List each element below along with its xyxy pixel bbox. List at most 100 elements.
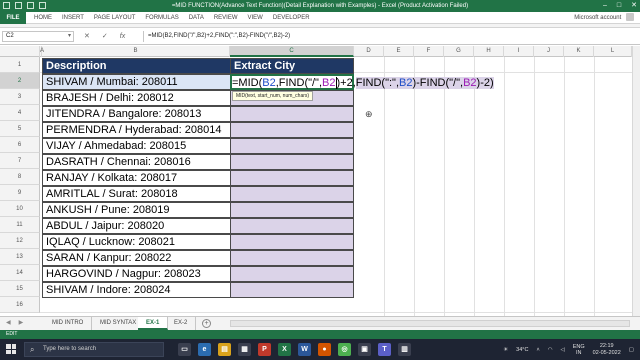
windows-start-icon[interactable] — [6, 344, 16, 354]
powerpoint-icon[interactable]: P — [258, 343, 271, 356]
clock[interactable]: 22:19 02-05-2022 — [593, 343, 621, 357]
weather-icon[interactable]: ☀ — [503, 347, 508, 353]
sheet-tab-mid-intro[interactable]: MID INTRO — [44, 317, 93, 330]
column-header[interactable]: F — [414, 46, 444, 57]
table-row[interactable]: ABDUL / Jaipur: 208020 — [42, 218, 231, 234]
row-header[interactable]: 10 — [0, 201, 40, 217]
restore-button[interactable]: □ — [617, 0, 621, 12]
network-icon[interactable]: ◠ — [548, 347, 553, 353]
app-icon[interactable]: ▣ — [358, 343, 371, 356]
row-header[interactable]: 3 — [0, 89, 40, 105]
edge-icon[interactable]: e — [198, 343, 211, 356]
save-icon[interactable] — [15, 2, 22, 9]
app-icon[interactable]: ▥ — [398, 343, 411, 356]
sheet-tab-ex-1[interactable]: EX-1 — [138, 317, 169, 330]
table-row[interactable]: DASRATH / Chennai: 208016 — [42, 154, 231, 170]
column-header[interactable]: H — [474, 46, 504, 57]
sheet-next-icon[interactable]: ▶ — [19, 317, 24, 330]
tab-home[interactable]: HOME — [34, 12, 62, 24]
table-row[interactable]: HARGOVIND / Nagpur: 208023 — [42, 266, 231, 282]
tab-file[interactable]: FILE — [0, 12, 26, 24]
in-cell-formula[interactable]: =MID(B2,FIND("/",B2)+2,FIND(":",B2)-FIND… — [232, 75, 494, 91]
row-header[interactable]: 11 — [0, 217, 40, 233]
row-header[interactable]: 15 — [0, 281, 40, 297]
row-header[interactable]: 2 — [0, 73, 40, 89]
row-header[interactable]: 16 — [0, 297, 40, 313]
row-header[interactable]: 7 — [0, 153, 40, 169]
row-header[interactable]: 9 — [0, 185, 40, 201]
extract-city-cell[interactable] — [230, 218, 354, 234]
word-icon[interactable]: W — [298, 343, 311, 356]
row-header[interactable]: 13 — [0, 249, 40, 265]
table-row[interactable]: BRAJESH / Delhi: 208012 — [42, 90, 231, 106]
table-row[interactable]: PERMENDRA / Hyderabad: 208014 — [42, 122, 231, 138]
account-button[interactable]: Microsoft account — [574, 12, 634, 24]
select-all-corner[interactable] — [0, 46, 40, 57]
name-box[interactable]: C2 ▾ — [2, 31, 74, 42]
app-icon[interactable]: ● — [318, 343, 331, 356]
minimize-button[interactable]: – — [603, 0, 607, 12]
extract-city-cell[interactable] — [230, 154, 354, 170]
table-row[interactable]: JITENDRA / Bangalore: 208013 — [42, 106, 231, 122]
redo-icon[interactable] — [39, 2, 46, 9]
table-row[interactable]: SARAN / Kanpur: 208022 — [42, 250, 231, 266]
extract-city-cell[interactable] — [230, 122, 354, 138]
extract-city-cell[interactable] — [230, 250, 354, 266]
extract-city-cell[interactable] — [230, 202, 354, 218]
language-indicator[interactable]: ENG IN — [573, 344, 585, 356]
sheet-prev-icon[interactable]: ◀ — [6, 317, 11, 330]
table-row[interactable]: ANKUSH / Pune: 208019 — [42, 202, 231, 218]
store-icon[interactable]: ▦ — [238, 343, 251, 356]
extract-city-cell[interactable] — [230, 186, 354, 202]
column-header[interactable]: J — [534, 46, 564, 57]
formula-input[interactable]: =MID(B2,FIND("/",B2)+2,FIND(":",B2)-FIND… — [143, 31, 637, 42]
column-header[interactable]: I — [504, 46, 534, 57]
taskbar-search-input[interactable]: ⌕ Type here to search — [24, 342, 164, 357]
table-row[interactable]: AMRITLAL / Surat: 208018 — [42, 186, 231, 202]
sheet-tab-ex-2[interactable]: EX-2 — [166, 317, 197, 330]
header-cell-description[interactable]: Description — [42, 58, 231, 74]
table-row[interactable]: RANJAY / Kolkata: 208017 — [42, 170, 231, 186]
header-cell-extract-city[interactable]: Extract City — [230, 58, 354, 74]
file-explorer-icon[interactable]: ▤ — [218, 343, 231, 356]
table-row[interactable]: VIJAY / Ahmedabad: 208015 — [42, 138, 231, 154]
column-header[interactable]: C — [230, 46, 354, 57]
tab-insert[interactable]: INSERT — [62, 12, 94, 24]
task-view-icon[interactable]: ▭ — [178, 343, 191, 356]
column-header[interactable]: K — [564, 46, 594, 57]
tab-page-layout[interactable]: PAGE LAYOUT — [94, 12, 145, 24]
tray-chevron-icon[interactable]: ˄ — [536, 347, 539, 353]
column-header[interactable]: B — [42, 46, 230, 57]
horizontal-scrollbar[interactable] — [230, 320, 630, 327]
extract-city-cell[interactable] — [230, 266, 354, 282]
excel-icon[interactable]: X — [278, 343, 291, 356]
row-header[interactable]: 12 — [0, 233, 40, 249]
app-icon[interactable]: T — [378, 343, 391, 356]
enter-icon[interactable]: ✓ — [102, 31, 108, 42]
tab-developer[interactable]: DEVELOPER — [273, 12, 320, 24]
vertical-scrollbar[interactable] — [632, 46, 640, 316]
undo-icon[interactable] — [27, 2, 34, 9]
extract-city-cell[interactable] — [230, 170, 354, 186]
row-header[interactable]: 4 — [0, 105, 40, 121]
table-row[interactable]: SHIVAM / Indore: 208024 — [42, 282, 231, 298]
column-header[interactable]: L — [594, 46, 632, 57]
cancel-icon[interactable]: ✕ — [84, 31, 90, 42]
table-row[interactable]: IQLAQ / Lucknow: 208021 — [42, 234, 231, 250]
extract-city-cell[interactable] — [230, 234, 354, 250]
tab-data[interactable]: DATA — [189, 12, 214, 24]
add-sheet-button[interactable]: + — [202, 319, 211, 328]
tab-review[interactable]: REVIEW — [214, 12, 248, 24]
table-row[interactable]: SHIVAM / Mumbai: 208011 — [42, 74, 231, 90]
volume-icon[interactable]: ◁ — [561, 347, 565, 353]
extract-city-cell[interactable] — [230, 138, 354, 154]
insert-function-icon[interactable]: fx — [120, 31, 125, 42]
row-header[interactable]: 1 — [0, 57, 40, 73]
chevron-down-icon[interactable]: ▾ — [68, 32, 71, 41]
row-header[interactable]: 5 — [0, 121, 40, 137]
chrome-icon[interactable]: ◎ — [338, 343, 351, 356]
row-header[interactable]: 14 — [0, 265, 40, 281]
row-header[interactable]: 6 — [0, 137, 40, 153]
column-header[interactable]: D — [354, 46, 384, 57]
tab-formulas[interactable]: FORMULAS — [145, 12, 188, 24]
